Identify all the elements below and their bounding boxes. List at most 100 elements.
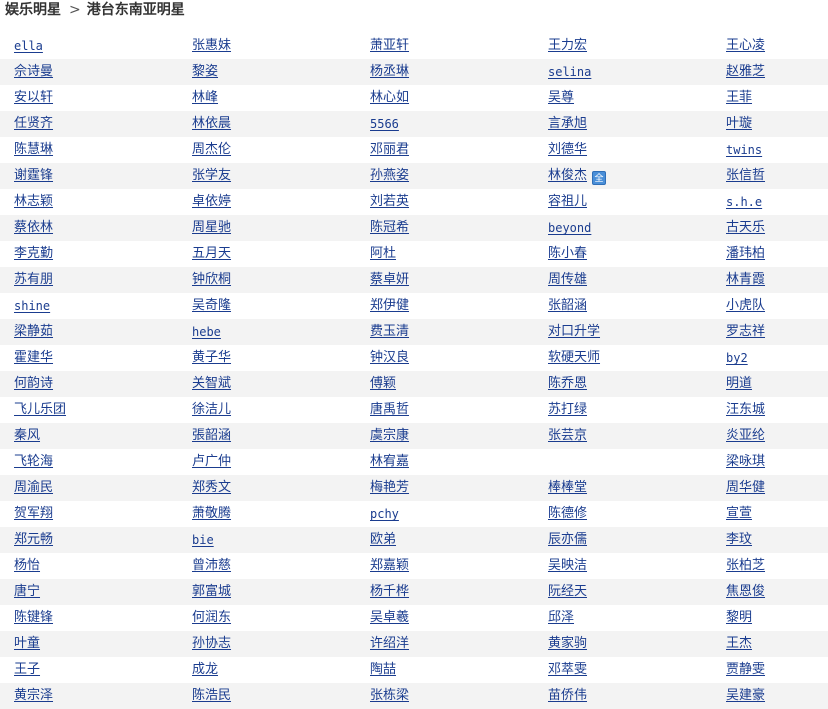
celebrity-link[interactable]: 刘若英 (370, 194, 409, 209)
celebrity-link[interactable]: twins (726, 143, 762, 157)
celebrity-link[interactable]: 费玉清 (370, 324, 409, 339)
celebrity-link[interactable]: 杨千桦 (370, 584, 409, 599)
celebrity-link[interactable]: 卓依婷 (192, 194, 231, 209)
celebrity-link[interactable]: 吴尊 (548, 90, 574, 105)
celebrity-link[interactable]: 陈浩民 (192, 688, 231, 703)
celebrity-link[interactable]: ella (14, 39, 43, 53)
celebrity-link[interactable]: 许绍洋 (370, 636, 409, 651)
celebrity-link[interactable]: 辰亦儒 (548, 532, 587, 547)
celebrity-link[interactable]: 唐宁 (14, 584, 40, 599)
celebrity-link[interactable]: 软硬天师 (548, 350, 600, 365)
celebrity-link[interactable]: 郑秀文 (192, 480, 231, 495)
celebrity-link[interactable]: 張韶涵 (192, 428, 231, 443)
celebrity-link[interactable]: 虞宗康 (370, 428, 409, 443)
celebrity-link[interactable]: 黄宗泽 (14, 688, 53, 703)
celebrity-link[interactable]: 阿杜 (370, 246, 396, 261)
celebrity-link[interactable]: 王心凌 (726, 38, 765, 53)
celebrity-link[interactable]: 张信哲 (726, 168, 765, 183)
celebrity-link[interactable]: 张韶涵 (548, 298, 587, 313)
celebrity-link[interactable]: 佘诗曼 (14, 64, 53, 79)
celebrity-link[interactable]: 黄家驹 (548, 636, 587, 651)
celebrity-link[interactable]: selina (548, 65, 591, 79)
celebrity-link[interactable]: 陈慧琳 (14, 142, 53, 157)
celebrity-link[interactable]: 唐禹哲 (370, 402, 409, 417)
celebrity-link[interactable]: pchy (370, 507, 399, 521)
celebrity-link[interactable]: 5566 (370, 117, 399, 131)
celebrity-link[interactable]: 梁静茹 (14, 324, 53, 339)
celebrity-link[interactable]: 古天乐 (726, 220, 765, 235)
celebrity-link[interactable]: 郑元畅 (14, 532, 53, 547)
celebrity-link[interactable]: 周渝民 (14, 480, 53, 495)
celebrity-link[interactable]: 周传雄 (548, 272, 587, 287)
celebrity-link[interactable]: 关智斌 (192, 376, 231, 391)
celebrity-link[interactable]: 陈乔恩 (548, 376, 587, 391)
celebrity-link[interactable]: 吴卓羲 (370, 610, 409, 625)
celebrity-link[interactable]: s.h.e (726, 195, 762, 209)
celebrity-link[interactable]: 邓丽君 (370, 142, 409, 157)
celebrity-link[interactable]: 小虎队 (726, 298, 765, 313)
celebrity-link[interactable]: 安以轩 (14, 90, 53, 105)
celebrity-link[interactable]: 飞儿乐团 (14, 402, 66, 417)
celebrity-link[interactable]: 萧敬腾 (192, 506, 231, 521)
celebrity-link[interactable]: 王力宏 (548, 38, 587, 53)
celebrity-link[interactable]: 梅艳芳 (370, 480, 409, 495)
celebrity-link[interactable]: 周星驰 (192, 220, 231, 235)
celebrity-link[interactable]: 张芸京 (548, 428, 587, 443)
celebrity-link[interactable]: 棒棒堂 (548, 480, 587, 495)
celebrity-link[interactable]: 梁咏琪 (726, 454, 765, 469)
celebrity-link[interactable]: 曾沛慈 (192, 558, 231, 573)
celebrity-link[interactable]: 欧弟 (370, 532, 396, 547)
celebrity-link[interactable]: 钟欣桐 (192, 272, 231, 287)
celebrity-link[interactable]: 容祖儿 (548, 194, 587, 209)
celebrity-link[interactable]: 林志颖 (14, 194, 53, 209)
breadcrumb-parent-link[interactable]: 娱乐明星 (5, 2, 61, 18)
celebrity-link[interactable]: 阮经天 (548, 584, 587, 599)
celebrity-link[interactable]: 邓萃雯 (548, 662, 587, 677)
celebrity-link[interactable]: 林心如 (370, 90, 409, 105)
celebrity-link[interactable]: 张栋梁 (370, 688, 409, 703)
celebrity-link[interactable]: 蔡卓妍 (370, 272, 409, 287)
celebrity-link[interactable]: 陶喆 (370, 662, 396, 677)
celebrity-link[interactable]: 杨丞琳 (370, 64, 409, 79)
celebrity-link[interactable]: 成龙 (192, 662, 218, 677)
celebrity-link[interactable]: 赵雅芝 (726, 64, 765, 79)
celebrity-link[interactable]: 郑伊健 (370, 298, 409, 313)
celebrity-link[interactable]: 任贤齐 (14, 116, 53, 131)
celebrity-link[interactable]: 秦风 (14, 428, 40, 443)
celebrity-link[interactable]: 陈冠希 (370, 220, 409, 235)
celebrity-link[interactable]: 钟汉良 (370, 350, 409, 365)
celebrity-link[interactable]: 陈德修 (548, 506, 587, 521)
celebrity-link[interactable]: 汪东城 (726, 402, 765, 417)
celebrity-link[interactable]: 林青霞 (726, 272, 765, 287)
celebrity-link[interactable]: 焦恩俊 (726, 584, 765, 599)
celebrity-link[interactable]: 郑嘉颖 (370, 558, 409, 573)
celebrity-link[interactable]: 周杰伦 (192, 142, 231, 157)
celebrity-link[interactable]: 明道 (726, 376, 752, 391)
celebrity-link[interactable]: 飞轮海 (14, 454, 53, 469)
celebrity-link[interactable]: 王子 (14, 662, 40, 677)
celebrity-link[interactable]: 黄子华 (192, 350, 231, 365)
celebrity-link[interactable]: 贾静雯 (726, 662, 765, 677)
celebrity-link[interactable]: 陈键锋 (14, 610, 53, 625)
celebrity-link[interactable]: 宣萱 (726, 506, 752, 521)
celebrity-link[interactable]: shine (14, 299, 50, 313)
celebrity-link[interactable]: 贺军翔 (14, 506, 53, 521)
celebrity-link[interactable]: 何韵诗 (14, 376, 53, 391)
celebrity-link[interactable]: 杨怡 (14, 558, 40, 573)
celebrity-link[interactable]: 林依晨 (192, 116, 231, 131)
celebrity-link[interactable]: 周华健 (726, 480, 765, 495)
celebrity-link[interactable]: 李玟 (726, 532, 752, 547)
celebrity-link[interactable]: 李克勤 (14, 246, 53, 261)
celebrity-link[interactable]: 言承旭 (548, 116, 587, 131)
celebrity-link[interactable]: 苗侨伟 (548, 688, 587, 703)
celebrity-link[interactable]: 邱泽 (548, 610, 574, 625)
celebrity-link[interactable]: bie (192, 533, 214, 547)
celebrity-link[interactable]: 孙协志 (192, 636, 231, 651)
celebrity-link[interactable]: 炎亚纶 (726, 428, 765, 443)
celebrity-link[interactable]: 郭富城 (192, 584, 231, 599)
celebrity-link[interactable]: 张惠妹 (192, 38, 231, 53)
celebrity-link[interactable]: 蔡依林 (14, 220, 53, 235)
celebrity-link[interactable]: hebe (192, 325, 221, 339)
celebrity-link[interactable]: 傅颖 (370, 376, 396, 391)
celebrity-link[interactable]: beyond (548, 221, 591, 235)
